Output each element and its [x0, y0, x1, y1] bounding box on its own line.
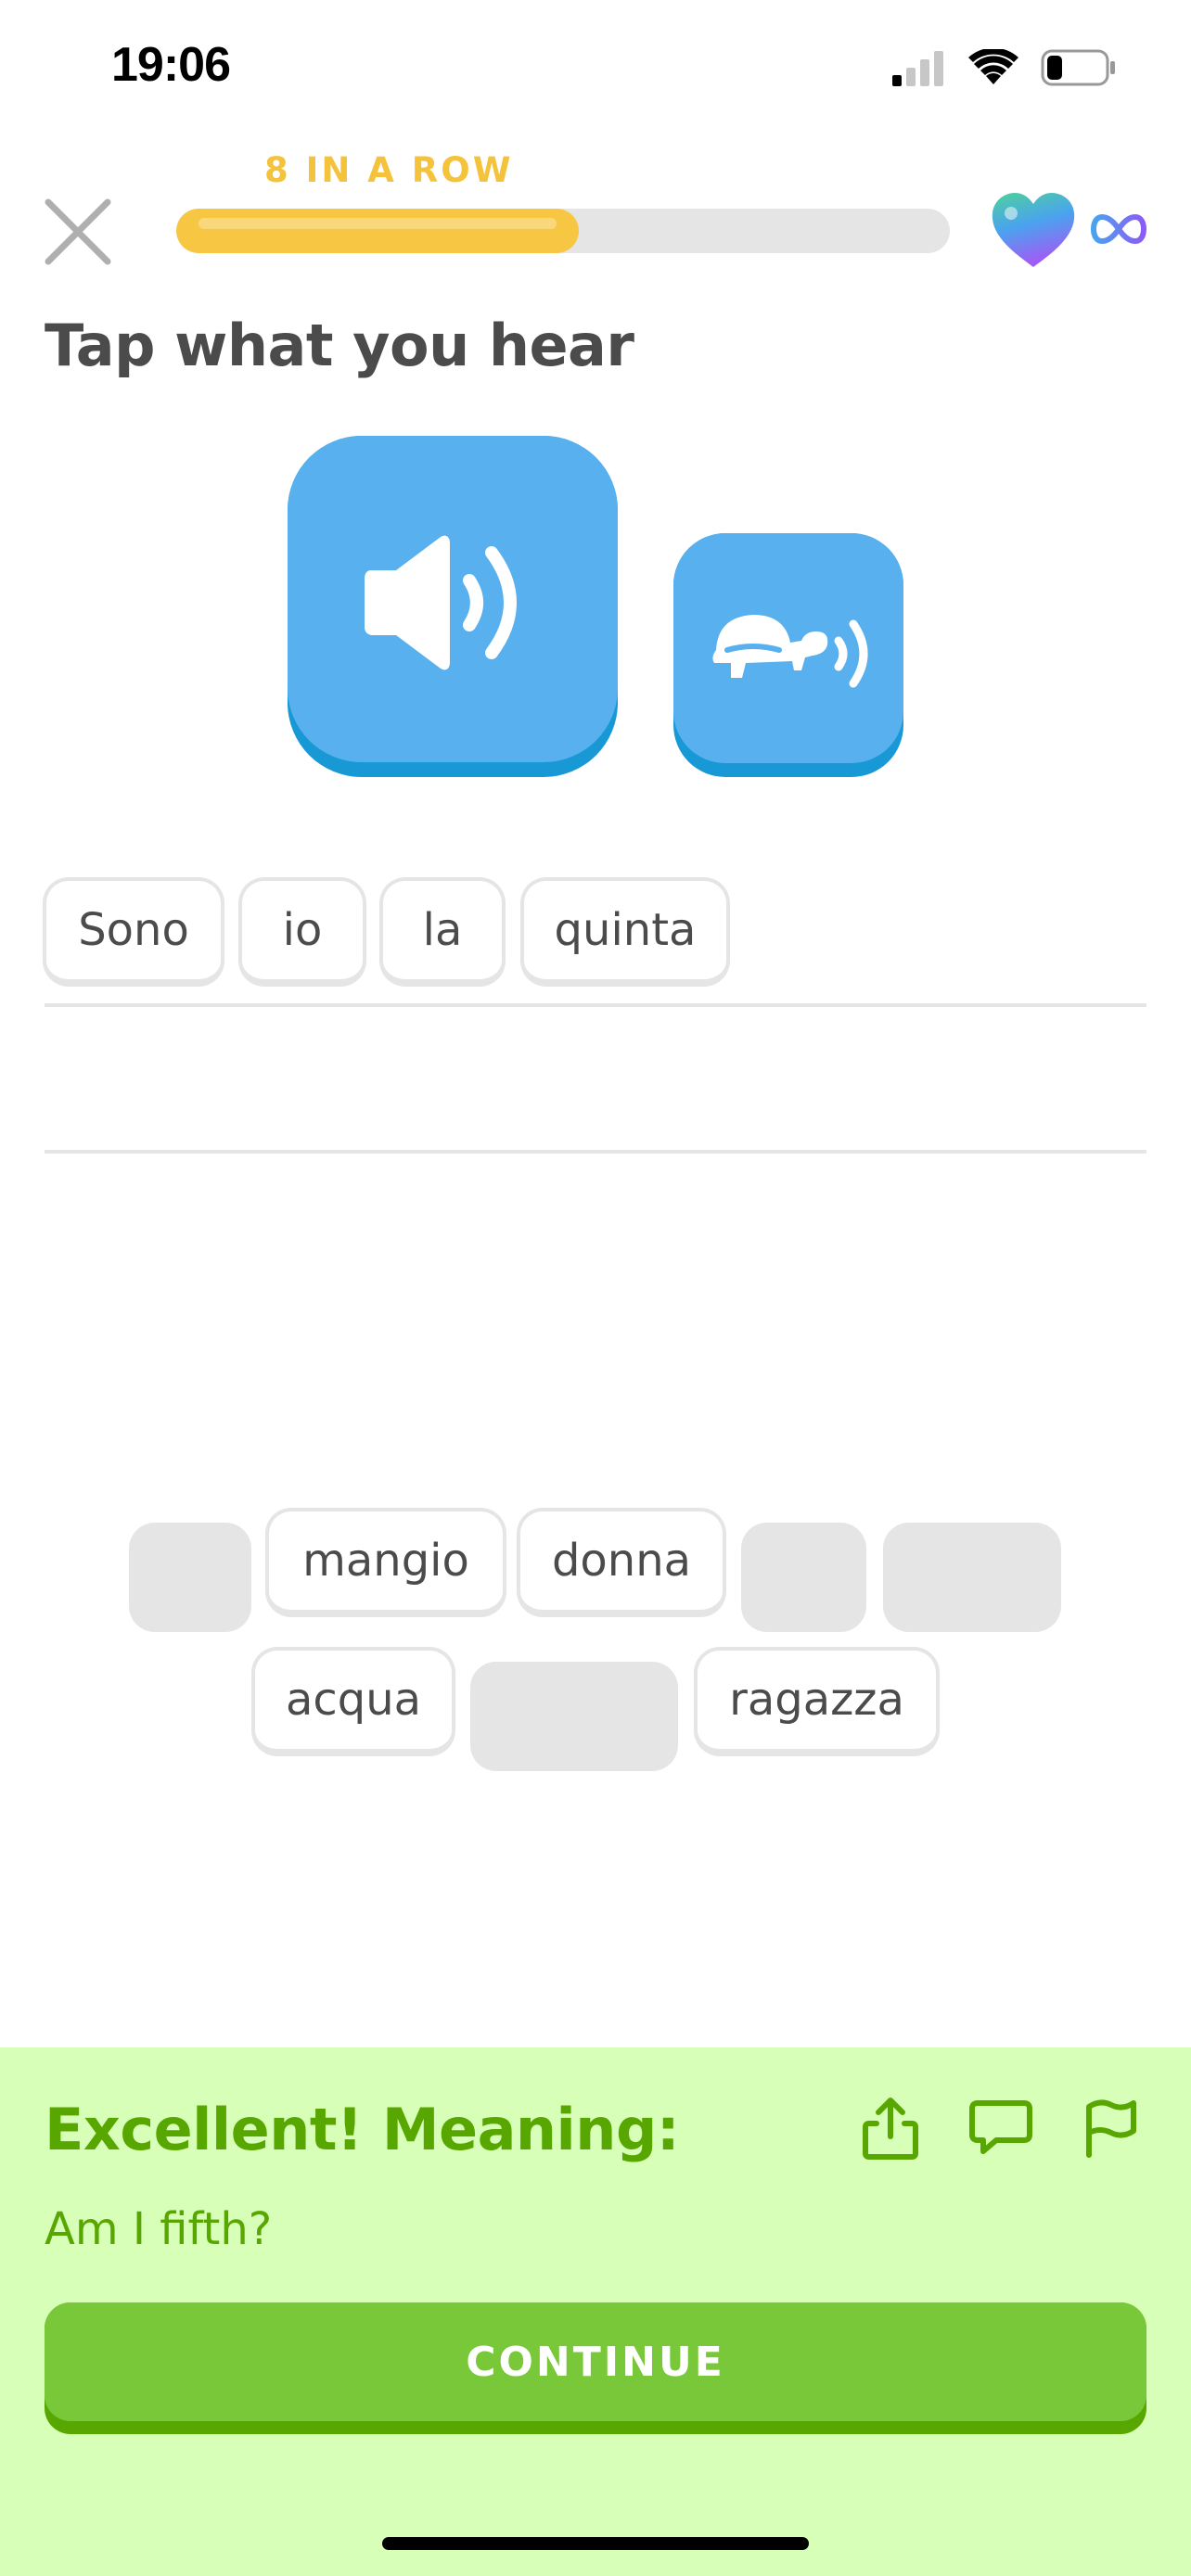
cellular-signal-icon [892, 51, 943, 86]
prompt-title: Tap what you hear [45, 312, 634, 379]
status-time: 19:06 [111, 38, 231, 92]
progress-shine [198, 218, 557, 229]
infinity-icon [1091, 213, 1146, 245]
used-word-slot [470, 1662, 678, 1771]
wifi-icon [968, 49, 1018, 84]
selected-word-chip[interactable]: la [379, 877, 506, 987]
turtle-speaker-icon [712, 615, 868, 688]
feedback-panel: Excellent! Meaning: Am I fifth? CONTINUE [0, 2047, 1191, 2576]
speaker-icon [365, 535, 517, 670]
answer-line [45, 1003, 1146, 1007]
battery-icon [1041, 49, 1115, 86]
feedback-meaning: Am I fifth? [45, 2203, 273, 2255]
heart-icon[interactable] [991, 193, 1076, 269]
share-icon[interactable] [858, 2096, 923, 2161]
selected-word-chip[interactable]: io [238, 877, 366, 987]
word-bank-chip[interactable]: ragazza [694, 1647, 940, 1756]
continue-button[interactable]: CONTINUE [45, 2302, 1146, 2434]
answer-line [45, 1150, 1146, 1154]
close-button[interactable] [41, 195, 115, 269]
lesson-progress-bar [176, 209, 950, 253]
continue-label: CONTINUE [45, 2302, 1146, 2421]
selected-word-chip[interactable]: quinta [520, 877, 730, 987]
close-icon [45, 198, 111, 265]
progress-fill [176, 209, 579, 253]
comment-icon[interactable] [968, 2096, 1033, 2161]
play-audio-button[interactable] [288, 436, 618, 777]
word-bank-chip[interactable]: mangio [265, 1508, 506, 1617]
word-bank-chip[interactable]: donna [517, 1508, 726, 1617]
used-word-slot [129, 1523, 251, 1632]
word-bank-chip[interactable]: acqua [251, 1647, 455, 1756]
selected-word-chip[interactable]: Sono [43, 877, 224, 987]
streak-label: 8 IN A ROW [264, 150, 514, 190]
status-icons [890, 45, 1117, 91]
used-word-slot [741, 1523, 866, 1632]
report-flag-icon[interactable] [1080, 2096, 1145, 2161]
home-indicator[interactable] [382, 2537, 809, 2550]
play-slow-audio-button[interactable] [673, 533, 903, 777]
used-word-slot [883, 1523, 1061, 1632]
feedback-title: Excellent! Meaning: [45, 2096, 680, 2163]
